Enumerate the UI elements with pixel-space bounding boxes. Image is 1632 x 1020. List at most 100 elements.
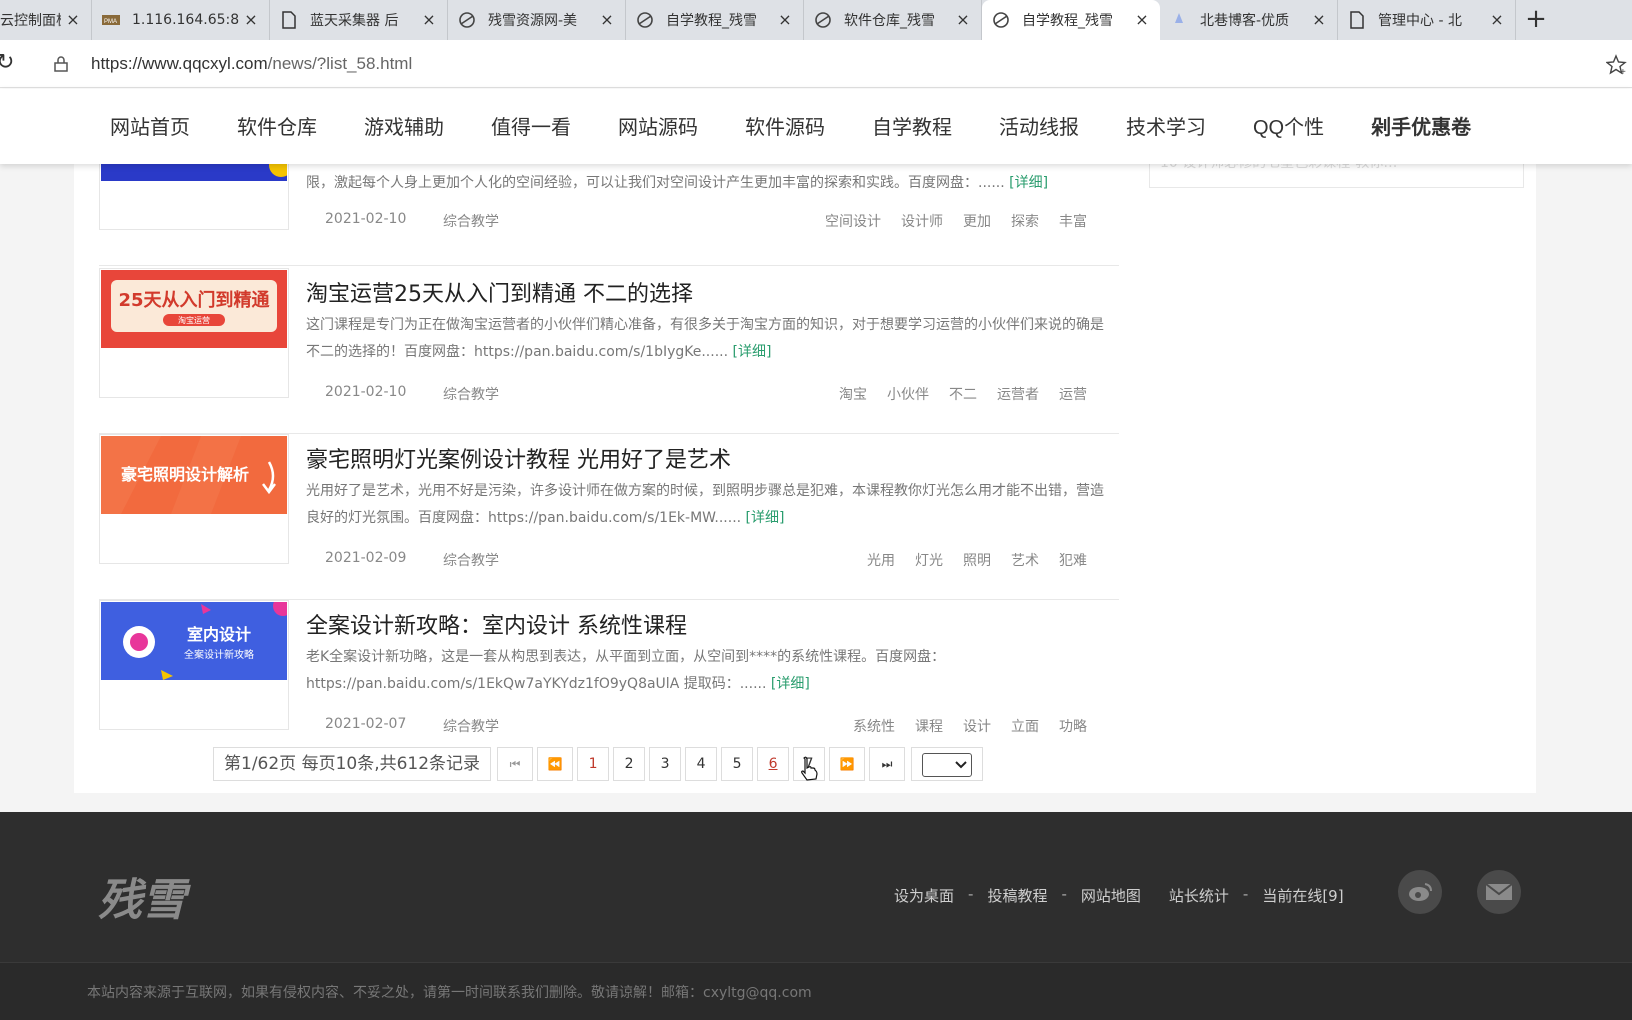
article-category[interactable]: 综合教学 [443,716,499,736]
page-2-button[interactable]: 2 [613,747,646,781]
tab-title: 云控制面板 [0,13,61,29]
tag[interactable]: 探索 [1011,211,1039,231]
tag[interactable]: 不二 [949,384,977,404]
detail-link[interactable]: [详细] [771,676,810,692]
thumbnail-image[interactable]: 25天从入门到精通 淘宝运营 [101,270,287,348]
lock-icon[interactable] [54,56,68,72]
page-select-box[interactable] [922,753,973,777]
nav-item-tech[interactable]: 技术学习 [1126,111,1206,140]
footer-link-sitemap[interactable]: 网站地图 [1081,885,1141,906]
page-5-button[interactable]: 5 [721,747,754,781]
close-icon[interactable]: × [777,12,793,28]
tag[interactable]: 丰富 [1059,211,1087,231]
article-thumbnail[interactable]: 25天从入门到精通 淘宝运营 [99,268,289,398]
nav-item-software[interactable]: 软件仓库 [237,111,317,140]
weibo-icon[interactable] [1398,870,1442,914]
article-category[interactable]: 综合教学 [443,384,499,404]
tab-title: 软件仓库_残雪 [844,13,935,29]
thumbnail-image[interactable] [101,161,287,181]
list-item: 室内设计 全案设计新攻略 全案设计新攻略：室内设计 系统性课程 老K全案设计新功… [99,600,1119,766]
tag[interactable]: 系统性 [853,716,895,736]
email-icon[interactable] [1477,870,1521,914]
separator: - [1061,885,1067,903]
detail-link[interactable]: [详细] [733,344,772,360]
nav-item-worth[interactable]: 值得一看 [491,111,571,140]
detail-link[interactable]: [详细] [1009,175,1048,191]
tag[interactable]: 设计师 [901,211,943,231]
close-icon[interactable]: × [421,12,437,28]
tag[interactable]: 更加 [963,211,991,231]
last-page-icon[interactable]: ⏭ [869,747,906,781]
page-3-button[interactable]: 3 [649,747,682,781]
close-icon[interactable]: × [1134,12,1150,28]
browser-tab-1[interactable]: 云控制面板 × [0,0,92,40]
article-thumbnail[interactable]: 室内设计 全案设计新攻略 [99,600,289,730]
close-icon[interactable]: × [1489,12,1505,28]
thumbnail-image[interactable]: 室内设计 全案设计新攻略 [101,602,287,680]
footer-link-stats[interactable]: 站长统计 [1169,885,1229,906]
add-favorite-icon[interactable]: + [1605,54,1628,78]
article-title[interactable]: 豪宅照明灯光案例设计教程 光用好了是艺术 [306,442,731,474]
reload-icon[interactable]: ↻ [0,52,16,74]
url-box[interactable]: https://www.qqcxyl.com/news/?list_58.htm… [36,46,1628,82]
separator: - [968,885,974,903]
url-text[interactable]: https://www.qqcxyl.com/news/?list_58.htm… [91,54,412,74]
nav-item-software-source[interactable]: 软件源码 [745,111,825,140]
browser-tab-9[interactable]: 管理中心 - 北 × [1338,0,1516,40]
article-category[interactable]: 综合教学 [443,550,499,570]
browser-tab-3[interactable]: 蓝天采集器 后 × [270,0,448,40]
footer-link-desktop[interactable]: 设为桌面 [894,885,954,906]
first-page-icon[interactable]: ⏮ [497,747,534,781]
tag[interactable]: 空间设计 [825,211,881,231]
nav-item-game[interactable]: 游戏辅助 [364,111,444,140]
tag[interactable]: 设计 [963,716,991,736]
browser-tab-6[interactable]: 软件仓库_残雪 × [804,0,982,40]
chrome-like-icon [992,11,1010,29]
close-icon[interactable]: × [599,12,615,28]
tag[interactable]: 犯难 [1059,550,1087,570]
close-icon[interactable]: × [65,12,81,28]
tag[interactable]: 灯光 [915,550,943,570]
svg-text:+: + [1620,67,1626,76]
nav-item-coupon[interactable]: 剁手优惠卷 [1371,111,1471,140]
browser-tab-7-active[interactable]: 自学教程_残雪 × [982,0,1160,40]
page-select[interactable] [911,747,984,781]
page-1-button[interactable]: 1 [577,747,610,781]
thumbnail-image[interactable]: 豪宅照明设计解析 [101,436,287,514]
nav-item-qq[interactable]: QQ个性 [1253,111,1324,140]
article-thumbnail[interactable]: 豪宅照明设计解析 [99,434,289,564]
browser-tab-8[interactable]: 北巷博客-优质 × [1160,0,1338,40]
close-icon[interactable]: × [955,12,971,28]
prev-page-icon[interactable]: ⏪ [537,747,574,781]
article-tags: 系统性 课程 设计 立面 功略 [833,716,1087,736]
nav-item-site-source[interactable]: 网站源码 [618,111,698,140]
nav-item-activity[interactable]: 活动线报 [999,111,1079,140]
close-icon[interactable]: × [243,12,259,28]
tag[interactable]: 小伙伴 [887,384,929,404]
nav-item-tutorial[interactable]: 自学教程 [872,111,952,140]
article-category[interactable]: 综合教学 [443,211,499,231]
close-icon[interactable]: × [1311,12,1327,28]
browser-tab-4[interactable]: 残雪资源网-美 × [448,0,626,40]
article-title[interactable]: 全案设计新攻略：室内设计 系统性课程 [306,608,687,640]
tag[interactable]: 光用 [867,550,895,570]
tag[interactable]: 艺术 [1011,550,1039,570]
new-tab-plus-icon[interactable]: + [1516,0,1556,40]
footer-logo[interactable]: 残雪 [98,864,186,928]
article-title[interactable]: 淘宝运营25天从入门到精通 不二的选择 [306,276,693,308]
page-4-button[interactable]: 4 [685,747,718,781]
detail-link[interactable]: [详细] [746,510,785,526]
tag[interactable]: 照明 [963,550,991,570]
tag[interactable]: 功略 [1059,716,1087,736]
next-page-icon[interactable]: ⏩ [829,747,866,781]
tag[interactable]: 课程 [915,716,943,736]
tag[interactable]: 淘宝 [839,384,867,404]
tag[interactable]: 运营者 [997,384,1039,404]
footer-link-submit[interactable]: 投稿教程 [987,885,1047,906]
nav-item-home[interactable]: 网站首页 [110,111,190,140]
browser-tab-5[interactable]: 自学教程_残雪 × [626,0,804,40]
tag[interactable]: 立面 [1011,716,1039,736]
tag[interactable]: 运营 [1059,384,1087,404]
page-6-button[interactable]: 6 [757,747,790,781]
browser-tab-2[interactable]: PMA 1.116.164.65:8 × [92,0,270,40]
